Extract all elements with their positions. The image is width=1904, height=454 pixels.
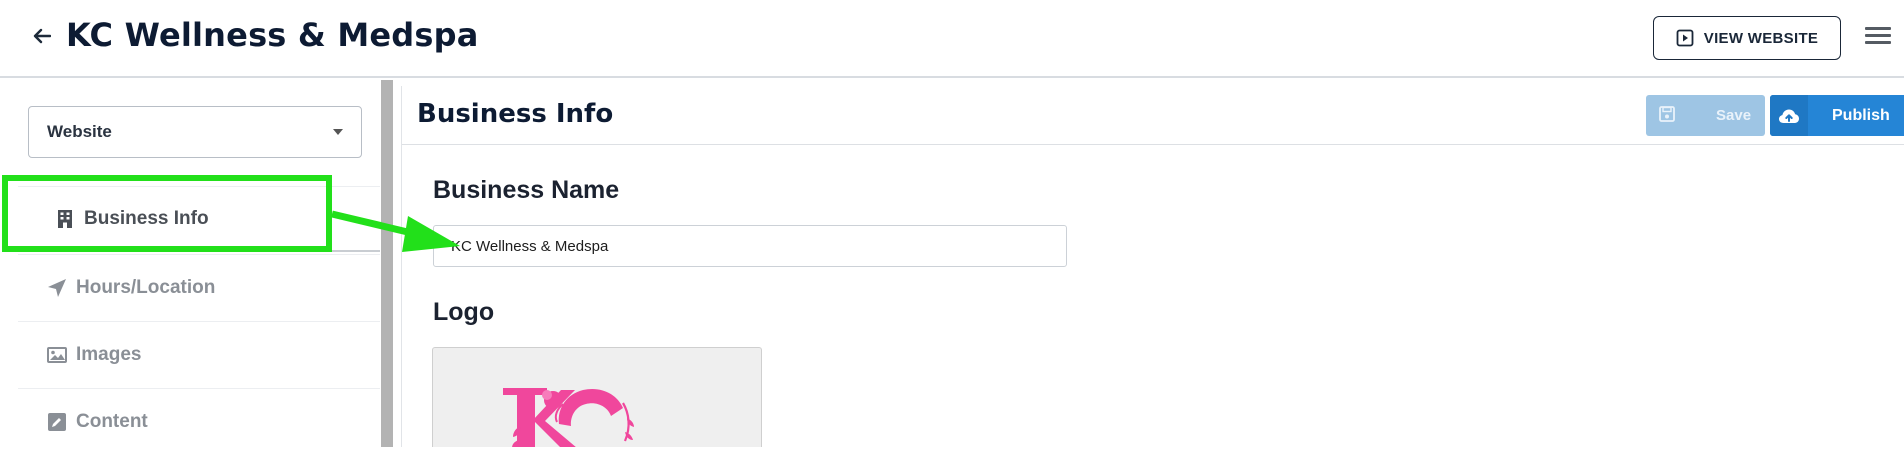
- main-panel: Business Info Save Publish Business Name: [401, 86, 1904, 447]
- location-arrow-icon: [46, 277, 68, 299]
- logo-label: Logo: [433, 298, 495, 326]
- business-name-input[interactable]: [433, 225, 1067, 267]
- sidebar-item-label: Content: [76, 410, 148, 432]
- section-select[interactable]: Website: [28, 106, 362, 158]
- sidebar: Website Business Info Hours/Location Ima…: [18, 80, 380, 447]
- cloud-upload-icon: [1770, 95, 1808, 136]
- sidebar-item-label: Images: [76, 343, 142, 365]
- hamburger-icon-line: [1865, 41, 1891, 44]
- business-logo: [503, 388, 634, 447]
- panel-header: Business Info Save Publish: [402, 86, 1904, 145]
- business-name-label: Business Name: [433, 176, 620, 204]
- hamburger-menu-button[interactable]: [1865, 24, 1891, 50]
- arrow-left-icon: [33, 28, 51, 44]
- top-header: KC Wellness & Medspa VIEW WEBSITE: [0, 0, 1904, 78]
- save-button[interactable]: Save: [1646, 95, 1765, 136]
- sidebar-item-label: Hours/Location: [76, 276, 216, 298]
- publish-label: Publish: [1832, 107, 1890, 124]
- hamburger-icon: [1865, 27, 1891, 30]
- view-website-label: VIEW WEBSITE: [1703, 29, 1819, 47]
- back-button[interactable]: [28, 22, 56, 50]
- building-icon: [54, 208, 76, 230]
- image-icon: [46, 344, 68, 366]
- sidebar-item-label: Business Info: [84, 207, 209, 229]
- publish-button[interactable]: Publish: [1770, 95, 1904, 136]
- sidebar-item-content[interactable]: Content: [18, 388, 380, 454]
- sidebar-item-hours-location[interactable]: Hours/Location: [18, 254, 380, 320]
- sidebar-scrollbar[interactable]: [381, 80, 393, 447]
- save-icon: [1659, 106, 1675, 127]
- save-label: Save: [1716, 107, 1752, 124]
- sidebar-item-business-info[interactable]: Business Info: [18, 186, 380, 252]
- panel-title: Business Info: [417, 99, 614, 129]
- sidebar-item-images[interactable]: Images: [18, 321, 380, 387]
- page-title: KC Wellness & Medspa: [66, 16, 479, 54]
- caret-down-icon: [333, 129, 343, 135]
- play-square-icon: [1676, 29, 1694, 47]
- view-website-button[interactable]: VIEW WEBSITE: [1653, 16, 1841, 60]
- edit-icon: [46, 411, 68, 433]
- logo-upload-area[interactable]: [432, 347, 762, 447]
- hamburger-icon-line: [1865, 34, 1891, 37]
- section-select-value: Website: [47, 122, 112, 141]
